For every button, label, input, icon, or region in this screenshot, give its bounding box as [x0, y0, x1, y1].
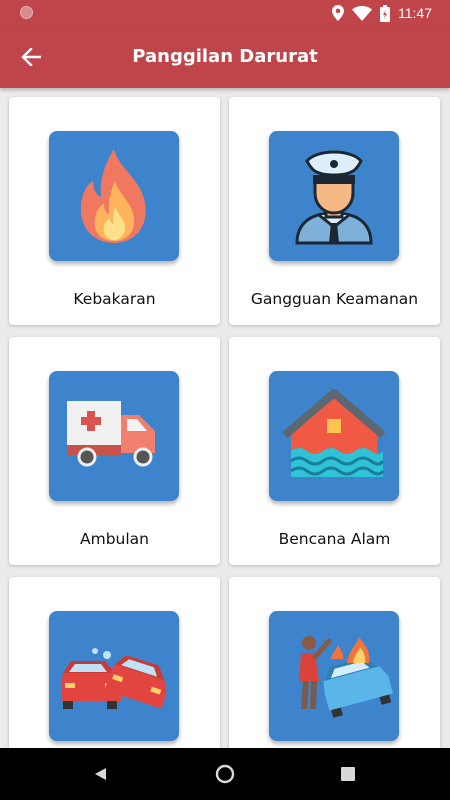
notification-dot-icon [20, 6, 33, 19]
card-label: Bencana Alam [278, 530, 391, 548]
status-icons: 11:47 [332, 0, 432, 26]
system-nav-bar [0, 748, 450, 800]
police-officer-icon [295, 150, 373, 245]
status-bar: 11:47 [0, 0, 450, 26]
home-circle-icon [215, 764, 235, 784]
ambulance-icon [67, 401, 155, 467]
back-triangle-icon [95, 768, 106, 780]
card-kecelakaan[interactable] [9, 577, 220, 748]
nav-recents-button[interactable] [318, 748, 378, 800]
wifi-icon [352, 6, 372, 21]
card-ambulan[interactable]: Ambulan [9, 337, 220, 565]
battery-icon [380, 4, 390, 22]
back-button[interactable] [10, 36, 52, 78]
tile-kecelakaan-kebakaran [269, 611, 399, 741]
flood-house-icon [282, 389, 386, 477]
tile-kebakaran [49, 131, 179, 261]
tile-kecelakaan [49, 611, 179, 741]
recents-square-icon [341, 767, 355, 781]
nav-home-button[interactable] [195, 748, 255, 800]
app-bar: Panggilan Darurat [0, 26, 450, 88]
car-fire-accident-icon [299, 636, 394, 718]
car-collision-icon [61, 648, 167, 709]
card-label: Kebakaran [73, 290, 156, 308]
nav-back-button[interactable] [70, 748, 130, 800]
card-gangguan-keamanan[interactable]: Gangguan Keamanan [229, 97, 440, 325]
status-time: 11:47 [398, 5, 432, 21]
card-kecelakaan-kebakaran[interactable] [229, 577, 440, 748]
page-title: Panggilan Darurat [132, 46, 318, 67]
arrow-left-icon [21, 48, 41, 66]
card-label: Gangguan Keamanan [250, 290, 419, 308]
emergency-grid: Kebakaran Gangguan Keamanan Ambulan Benc… [0, 88, 450, 748]
fire-icon [80, 149, 146, 243]
card-bencana-alam[interactable]: Bencana Alam [229, 337, 440, 565]
location-icon [332, 5, 344, 21]
tile-bencana-alam [269, 371, 399, 501]
tile-ambulan [49, 371, 179, 501]
card-label: Ambulan [80, 530, 149, 548]
card-kebakaran[interactable]: Kebakaran [9, 97, 220, 325]
tile-gangguan-keamanan [269, 131, 399, 261]
